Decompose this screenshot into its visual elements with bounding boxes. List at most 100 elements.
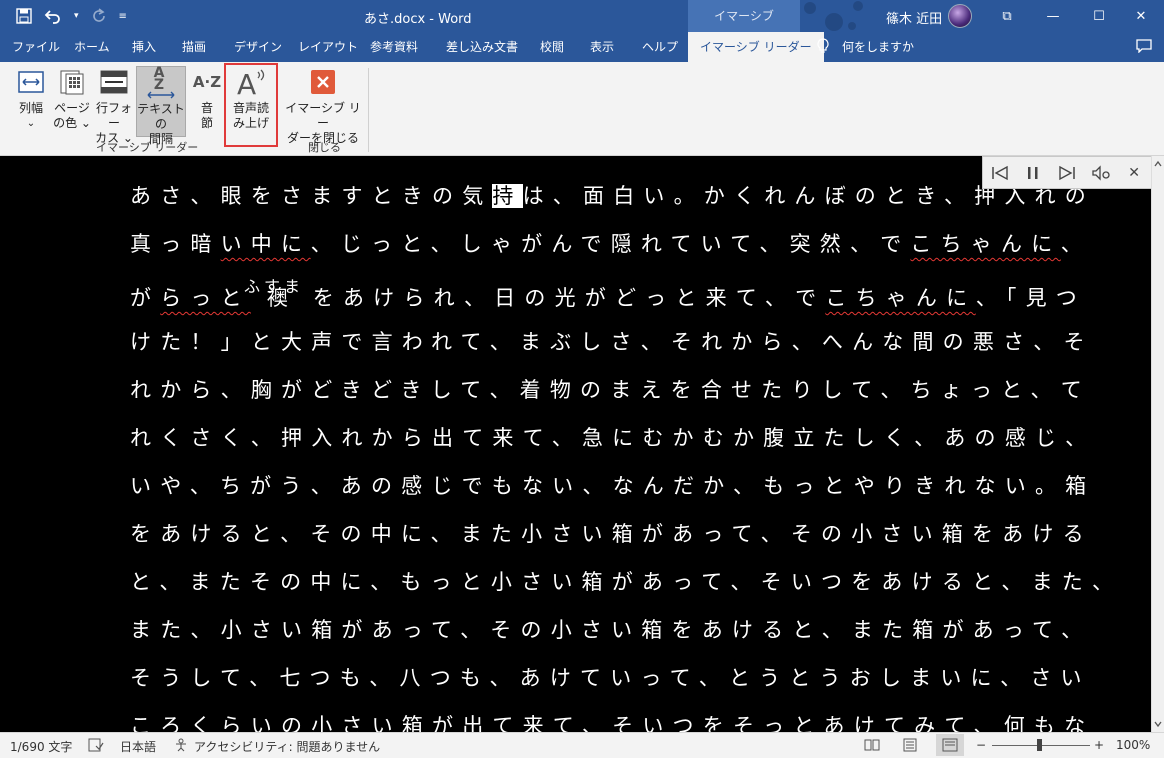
- undo-icon[interactable]: [44, 6, 62, 26]
- text-line: れから、胸がどきどきして、着物のまえを合せたりして、ちょっと、て: [130, 378, 1091, 402]
- tab-file[interactable]: ファイル: [12, 32, 60, 62]
- close-immersive-reader-button[interactable]: イマーシブ リー ダーを閉じる: [284, 66, 362, 146]
- column-width-button[interactable]: 列幅 ⌄: [12, 66, 50, 131]
- redo-icon[interactable]: [91, 6, 107, 26]
- line-focus-icon: [98, 66, 130, 98]
- quick-access-toolbar: ▾ ≡: [16, 6, 127, 26]
- user-name[interactable]: 篠木 近田: [886, 8, 942, 27]
- tab-insert[interactable]: 挿入: [132, 32, 156, 62]
- text-spacing-label: テキストの: [137, 102, 185, 131]
- close-button[interactable]: ✕: [1118, 0, 1164, 32]
- syllables-icon-text: A·Z: [192, 72, 222, 91]
- read-aloud-player: ✕: [982, 156, 1152, 189]
- title-bar-decoration: [800, 0, 870, 32]
- proofing-icon[interactable]: [88, 738, 104, 755]
- maximize-button[interactable]: ☐: [1076, 0, 1122, 32]
- page-color-icon: [56, 66, 88, 98]
- tab-layout[interactable]: レイアウト: [298, 32, 358, 62]
- word-window: ▾ ≡ あさ.docx - Word イマーシブ 篠木 近田 ⧉ — ☐ ✕ フ…: [0, 0, 1164, 758]
- minimize-button[interactable]: —: [1030, 0, 1076, 32]
- close-reader-icon: [307, 66, 339, 98]
- column-width-icon: [15, 66, 47, 98]
- ribbon-options-icon: ⧉: [1002, 8, 1012, 24]
- tab-design[interactable]: デザイン: [234, 32, 282, 62]
- tab-home[interactable]: ホーム: [74, 32, 110, 62]
- text-line: をあけると、その中に、また小さい箱があって、その小さい箱をあける: [130, 522, 1093, 546]
- syllables-label: 音: [200, 101, 213, 115]
- avatar[interactable]: [948, 4, 972, 28]
- tab-review[interactable]: 校閲: [540, 32, 564, 62]
- document-area[interactable]: あさ、眼をさますときの気持は、面白い。かくれんぼのとき、押入れの 真っ暗い中に、…: [0, 156, 1164, 732]
- title-bar: ▾ ≡ あさ.docx - Word イマーシブ 篠木 近田 ⧉ — ☐ ✕: [0, 0, 1164, 32]
- ribbon: 列幅 ⌄ ページ の色 ⌄ 行フォー カス ⌄ A Z テキストの 間隔 A·Z…: [0, 62, 1164, 156]
- line-text: 真っ暗: [130, 232, 221, 256]
- language[interactable]: 日本語: [120, 738, 156, 755]
- tab-mailings[interactable]: 差し込み文書: [446, 32, 518, 62]
- accessibility-icon[interactable]: [174, 738, 190, 755]
- zoom-level[interactable]: 100%: [1116, 738, 1150, 752]
- read-mode-icon[interactable]: [864, 738, 880, 755]
- vertical-scrollbar[interactable]: [1151, 156, 1164, 732]
- text-spacing-icon: A Z: [145, 65, 177, 99]
- tell-me-search[interactable]: 何をしますか: [842, 32, 914, 62]
- spelling-error[interactable]: い中に: [221, 232, 311, 256]
- line-text: 、「見つ: [975, 286, 1087, 310]
- text-line: けた！」と大声で言われて、まぶしさ、それから、へんな間の悪さ、そ: [130, 330, 1094, 354]
- text-line: ころくらいの小さい箱が出て来て、そいつをそっとあけてみて、何もな: [130, 714, 1095, 732]
- syllables-label-2: 節: [200, 116, 213, 130]
- undo-dropdown-icon[interactable]: ▾: [74, 6, 79, 26]
- text-spacing-icon-text: A Z: [153, 65, 169, 93]
- comments-icon[interactable]: [1136, 32, 1152, 62]
- zoom-in-icon[interactable]: +: [1094, 738, 1104, 752]
- word-count[interactable]: 1/690 文字: [10, 738, 72, 755]
- text-spacing-button[interactable]: A Z テキストの 間隔: [136, 65, 186, 146]
- column-width-dropdown-icon: ⌄: [26, 118, 36, 129]
- line-text: 襖 をあけられ、日の光がどっと来て、で: [250, 286, 826, 310]
- tab-view[interactable]: 表示: [590, 32, 614, 62]
- tab-references[interactable]: 参考資料: [370, 32, 418, 62]
- tab-help[interactable]: ヘルプ: [642, 32, 678, 62]
- spelling-error[interactable]: らっと: [160, 286, 251, 310]
- spelling-error[interactable]: こちゃんに: [910, 232, 1060, 256]
- group-label-immersive: イマーシブ リーダー: [96, 141, 199, 154]
- context-tab-label: イマーシブ: [688, 0, 800, 32]
- player-close-icon[interactable]: ✕: [1122, 161, 1146, 185]
- customize-qat-icon[interactable]: ≡: [119, 6, 127, 26]
- tell-me-lightbulb-icon[interactable]: [816, 32, 830, 62]
- line-focus-button[interactable]: 行フォー カス ⌄: [94, 66, 134, 146]
- line-text: 、じっと、しゃがんで隠れていて、突然、で: [310, 232, 911, 256]
- text-line: また、小さい箱があって、その小さい箱をあけると、また箱があって、: [130, 618, 1092, 642]
- column-width-label: 列幅: [18, 101, 43, 115]
- pause-icon[interactable]: [1021, 161, 1045, 185]
- close-reader-label: イマーシブ リー: [285, 101, 361, 130]
- maximize-icon: ☐: [1093, 8, 1105, 24]
- web-layout-icon[interactable]: [936, 734, 964, 756]
- page-color-label-2: の色 ⌄: [53, 116, 91, 130]
- tab-draw[interactable]: 描画: [182, 32, 206, 62]
- ribbon-display-options-button[interactable]: ⧉: [984, 0, 1030, 32]
- line-text: 、: [1060, 232, 1091, 256]
- save-icon[interactable]: [16, 6, 32, 26]
- zoom-slider-thumb[interactable]: [1037, 739, 1042, 751]
- page-color-button[interactable]: ページ の色 ⌄: [52, 66, 92, 131]
- minimize-icon: —: [1046, 8, 1060, 24]
- print-layout-icon[interactable]: [902, 738, 918, 755]
- next-paragraph-icon[interactable]: [1055, 161, 1079, 185]
- text-line: いや、ちがう、あの感じでもない、なんだか、もっとやりきれない。箱: [130, 474, 1096, 498]
- line-text: あさ、眼をさますときの気: [130, 184, 493, 208]
- previous-paragraph-icon[interactable]: [988, 161, 1012, 185]
- text-line: がらっと 襖 をあけられ、日の光がどっと来て、でこちゃんに、「見つ: [130, 282, 1086, 312]
- tab-immersive-reader[interactable]: イマーシブ リーダー: [688, 32, 824, 62]
- syllables-button[interactable]: A·Z 音 節: [190, 66, 224, 131]
- accessibility-status[interactable]: アクセシビリティ: 問題ありません: [194, 738, 380, 755]
- text-line: れくさく、押入れから出て来て、急にむかむか腹立たしく、あの感じ、: [130, 426, 1096, 450]
- text-line: そうして、七つも、八つも、あけていって、とうとうおしまいに、さい: [130, 666, 1091, 690]
- zoom-out-icon[interactable]: −: [976, 738, 986, 752]
- read-aloud-highlight-box: [224, 63, 278, 147]
- voice-settings-icon[interactable]: [1089, 161, 1113, 185]
- reading-highlight: 持: [492, 184, 523, 208]
- group-label-close: 閉じる: [308, 141, 341, 154]
- status-bar: 1/690 文字 日本語 アクセシビリティ: 問題ありません − + 100%: [0, 732, 1164, 758]
- page-color-label: ページ: [54, 101, 90, 115]
- spelling-error[interactable]: こちゃんに: [825, 286, 975, 310]
